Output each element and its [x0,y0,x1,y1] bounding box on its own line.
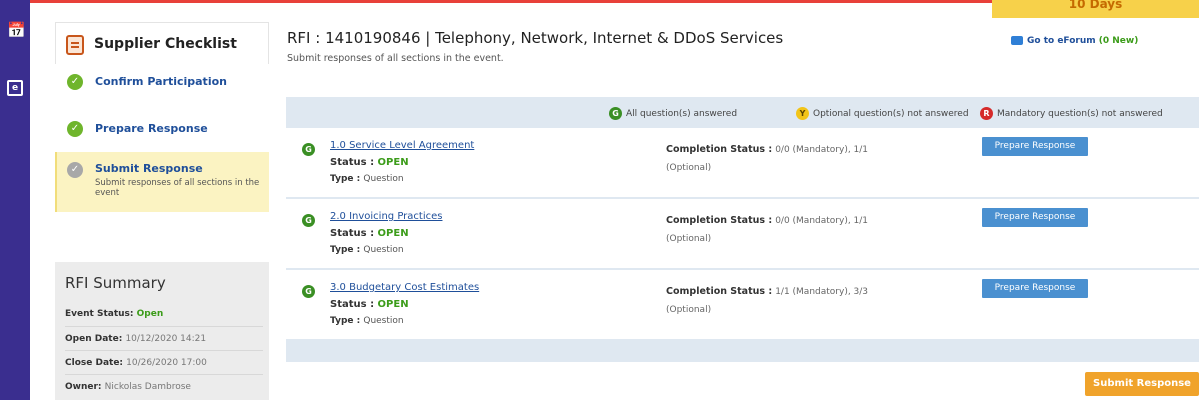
section-row: G 2.0 Invoicing Practices Status : OPEN … [286,199,1199,269]
prepare-response-button[interactable]: Prepare Response [982,279,1088,298]
calendar-icon[interactable]: 📅 [7,22,26,38]
page-title: RFI : 1410190846 | Telephony, Network, I… [287,29,784,47]
summary-close-date: Close Date: 10/26/2020 17:00 [65,350,263,374]
summary-open-date: Open Date: 10/12/2020 14:21 [65,326,263,350]
chat-icon [1011,36,1023,45]
section-status: Status : OPEN [330,299,409,310]
summary-value: Nickolas Dambrose [104,382,191,392]
summary-label: Open Date: [65,334,123,344]
prepare-response-button[interactable]: Prepare Response [982,137,1088,156]
step-label[interactable]: Submit Response [95,162,203,175]
step-prepare-response[interactable]: ✓ Prepare Response [55,104,269,152]
eforum-label[interactable]: Go to eForum [1027,36,1096,46]
green-badge-icon: G [302,285,315,298]
section-type: Type : Question [330,316,404,326]
sidebar-spacer [55,212,269,262]
prepare-response-button[interactable]: Prepare Response [982,208,1088,227]
section-row: G 1.0 Service Level Agreement Status : O… [286,128,1199,198]
summary-label: Event Status: [65,309,134,319]
section-type: Type : Question [330,245,404,255]
sidebar: Supplier Checklist ✓ Confirm Participati… [55,22,269,400]
step-description: Submit responses of all sections in the … [95,178,260,198]
page-subtitle: Submit responses of all sections in the … [287,53,504,64]
legend-all-answered: G All question(s) answered [609,107,737,120]
step-label[interactable]: Prepare Response [95,122,208,135]
step-submit-response[interactable]: ✓ Submit Response Submit responses of al… [55,152,269,212]
legend-text: All question(s) answered [626,109,738,119]
status-legend: G All question(s) answered Y Optional ques… [286,97,1199,127]
summary-label: Owner: [65,382,102,392]
rfi-summary: RFI Summary Event Status: Open Open Date… [55,262,269,400]
clipboard-icon [66,35,84,55]
green-badge-icon: G [302,214,315,227]
summary-event-status: Event Status: Open [65,302,263,326]
check-icon: ✓ [67,162,83,178]
summary-owner: Owner: Nickolas Dambrose [65,374,263,398]
eforum-link[interactable]: Go to eForum (0 New) [1011,36,1138,46]
step-label[interactable]: Confirm Participation [95,75,227,88]
green-badge-icon: G [609,107,622,120]
section-status: Status : OPEN [330,228,409,239]
legend-mandatory: R Mandatory question(s) not answered [980,107,1163,120]
days-remaining-badge: 10 Days [992,0,1199,18]
left-rail: 📅 e [0,0,30,400]
red-badge-icon: R [980,107,993,120]
step-confirm-participation[interactable]: ✓ Confirm Participation [55,64,269,104]
summary-label: Close Date: [65,358,124,368]
legend-optional: Y Optional question(s) not answered [796,107,969,120]
check-icon: ✓ [67,74,83,90]
summary-value: Open [136,309,164,319]
completion-status: Completion Status : 0/0 (Mandatory), 1/1… [666,144,869,173]
eforum-new-count: (0 New) [1098,36,1139,46]
summary-value: 10/12/2020 14:21 [125,334,207,344]
section-status: Status : OPEN [330,157,409,168]
summary-value: 10/26/2020 17:00 [126,358,207,368]
section-link[interactable]: 3.0 Budgetary Cost Estimates [330,282,479,293]
section-link[interactable]: 2.0 Invoicing Practices [330,211,442,222]
document-icon[interactable]: e [7,80,23,96]
section-type: Type : Question [330,174,404,184]
green-badge-icon: G [302,143,315,156]
completion-status: Completion Status : 1/1 (Mandatory), 3/3… [666,286,869,315]
summary-title: RFI Summary [65,274,166,292]
yellow-badge-icon: Y [796,107,809,120]
section-link[interactable]: 1.0 Service Level Agreement [330,140,474,151]
legend-text: Optional question(s) not answered [813,109,969,119]
submit-response-button[interactable]: Submit Response [1085,372,1199,396]
check-icon: ✓ [67,121,83,137]
section-row: G 3.0 Budgetary Cost Estimates Status : … [286,270,1199,340]
sections-panel: G All question(s) answered Y Optional ques… [286,97,1199,362]
legend-text: Mandatory question(s) not answered [997,109,1163,119]
completion-status: Completion Status : 0/0 (Mandatory), 1/1… [666,215,869,244]
checklist-header: Supplier Checklist [55,22,269,64]
checklist-title: Supplier Checklist [94,36,237,52]
